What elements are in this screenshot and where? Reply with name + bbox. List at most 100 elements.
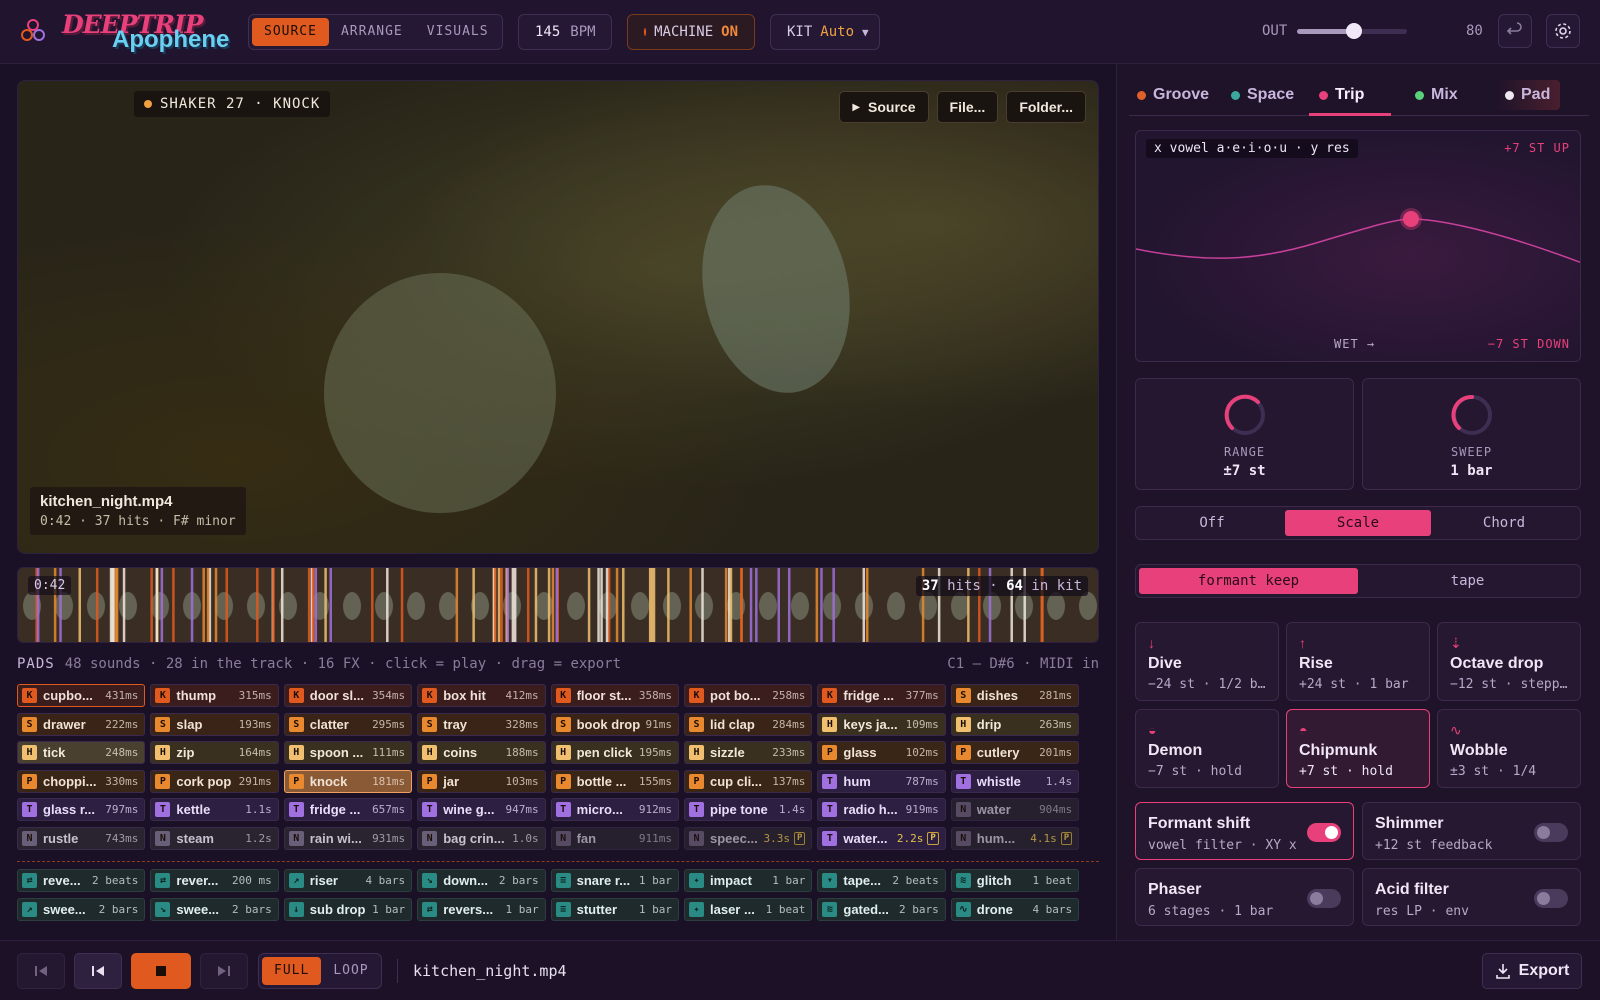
pad-0-1[interactable]: Kthump 315ms (150, 684, 279, 707)
previous-button[interactable] (74, 953, 122, 989)
pad-5-3[interactable]: Nbag crin... 1.0s (417, 826, 546, 850)
out-volume-slider[interactable] (1297, 23, 1407, 39)
export-button[interactable]: Export (1482, 953, 1582, 989)
tab-mix[interactable]: Mix (1415, 86, 1458, 104)
pad-3-5[interactable]: Pcup cli... 137ms (684, 769, 813, 793)
fx-pad-0-3[interactable]: ↘ down... 2 bars (417, 869, 546, 892)
pad-3-4[interactable]: Pbottle ... 155ms (550, 769, 679, 793)
fx-pad-1-7[interactable]: ∿ drone 4 bars (950, 897, 1080, 921)
pad-0-7[interactable]: Sdishes 281ms (950, 684, 1080, 707)
pad-5-0[interactable]: Nrustle 743ms (17, 826, 146, 850)
fx-pad-1-4[interactable]: ≡ stutter 1 bar (550, 897, 679, 921)
fx-pad-0-1[interactable]: ⇄ rever... 200 ms (150, 869, 279, 892)
bpm-field[interactable]: 145 BPM (518, 14, 612, 50)
shimmer-switch[interactable] (1534, 823, 1568, 842)
fx-pad-1-5[interactable]: ✦ laser ... 1 beat (684, 897, 813, 921)
pad-4-5[interactable]: Tpipe tone 1.4s (684, 798, 813, 821)
pad-4-6[interactable]: Tradio h... 919ms (817, 798, 946, 821)
fx-pad-0-0[interactable]: ⇄ reve... 2 beats (17, 869, 146, 892)
pad-2-7[interactable]: Pcutlery 201ms (950, 741, 1080, 764)
pad-5-6[interactable]: Twater... 2.2s P (817, 826, 946, 850)
out-volume-handle[interactable] (1346, 23, 1363, 39)
preset-chipmunk[interactable]: ◓ Chipmunk +7 st · hold (1286, 709, 1430, 788)
pad-0-0[interactable]: Kcupbo... 431ms (17, 684, 146, 707)
sweep-knob[interactable] (1450, 393, 1494, 437)
pad-0-4[interactable]: Kfloor st... 358ms (550, 684, 679, 707)
fx-pad-1-6[interactable]: ≋ gated... 2 bars (817, 897, 946, 921)
kit-select[interactable]: KIT Auto ▼ (770, 14, 880, 50)
stop-button[interactable] (131, 953, 191, 989)
fx-pad-0-7[interactable]: ≋ glitch 1 beat (950, 869, 1080, 892)
pad-5-2[interactable]: Nrain wi... 931ms (283, 826, 413, 850)
fx-pad-0-6[interactable]: ▾ tape... 2 beats (817, 869, 946, 892)
source-button[interactable]: ▶ Source (839, 91, 929, 123)
file-button[interactable]: File... (936, 91, 999, 123)
video-preview[interactable]: SHAKER 27 · KNOCK ▶ Source File... Folder… (17, 80, 1099, 554)
pad-3-1[interactable]: Pcork pop 291ms (150, 769, 279, 793)
pad-5-1[interactable]: Nsteam 1.2s (150, 826, 279, 850)
pad-0-6[interactable]: Kfridge ... 377ms (817, 684, 946, 707)
pad-0-3[interactable]: Kbox hit 412ms (417, 684, 546, 707)
pad-3-6[interactable]: Thum 787ms (817, 769, 946, 793)
mode-loop[interactable]: LOOP (321, 957, 380, 985)
pad-1-4[interactable]: Sbook drop 91ms (550, 712, 679, 736)
pad-5-7[interactable]: Nhum... 4.1s P (950, 826, 1080, 850)
toggle-phaser[interactable]: Phaser 6 stages · 1 bar (1135, 868, 1354, 926)
acid-filter-switch[interactable] (1534, 889, 1568, 908)
pad-4-4[interactable]: Tmicro... 912ms (550, 798, 679, 821)
pad-1-0[interactable]: Sdrawer 222ms (17, 712, 146, 736)
pad-3-2[interactable]: Pknock 181ms (283, 769, 413, 793)
undo-button[interactable] (1498, 14, 1532, 48)
tab-pad[interactable]: Pad (1495, 80, 1561, 110)
formant-tape[interactable]: tape (1358, 568, 1577, 594)
tab-trip[interactable]: Trip (1319, 86, 1364, 104)
pad-2-3[interactable]: Hcoins 188ms (417, 741, 546, 764)
mode-chord[interactable]: Chord (1431, 510, 1577, 536)
fx-pad-0-5[interactable]: ✦ impact 1 bar (684, 869, 813, 892)
pad-1-7[interactable]: Hdrip 263ms (950, 712, 1080, 736)
pad-4-1[interactable]: Tkettle 1.1s (150, 798, 279, 821)
pad-2-6[interactable]: Pglass 102ms (817, 741, 946, 764)
pad-3-7[interactable]: Twhistle 1.4s (950, 769, 1080, 793)
pad-4-3[interactable]: Twine g... 947ms (417, 798, 546, 821)
preset-demon[interactable]: ◒ Demon −7 st · hold (1135, 709, 1279, 788)
folder-button[interactable]: Folder... (1006, 91, 1086, 123)
pad-4-7[interactable]: Nwater 904ms (950, 798, 1080, 821)
next-button[interactable] (200, 953, 248, 989)
formant-keep[interactable]: formant keep (1139, 568, 1358, 594)
pad-1-6[interactable]: Hkeys ja... 109ms (817, 712, 946, 736)
pad-1-5[interactable]: Slid clap 284ms (684, 712, 813, 736)
preset-rise[interactable]: ↑ Rise +24 st · 1 bar (1286, 622, 1430, 701)
tab-space[interactable]: Space (1231, 86, 1294, 104)
pad-2-0[interactable]: Htick 248ms (17, 741, 146, 764)
pad-4-2[interactable]: Tfridge ... 657ms (283, 798, 413, 821)
tab-groove[interactable]: Groove (1137, 86, 1209, 104)
fx-pad-0-2[interactable]: ↗ riser 4 bars (283, 869, 413, 892)
hit-timeline[interactable]: 0:42 37 hits · 64 in kit (17, 567, 1099, 643)
xy-pad[interactable]: x vowel a·e·i·o·u · y res +7 ST UP WET →… (1135, 130, 1581, 362)
preset-wobble[interactable]: ∿ Wobble ±3 st · 1/4 (1437, 709, 1581, 788)
pad-5-4[interactable]: Nfan 911ms (550, 826, 679, 850)
settings-button[interactable] (1546, 14, 1580, 48)
pad-1-3[interactable]: Stray 328ms (417, 712, 546, 736)
toggle-shimmer[interactable]: Shimmer +12 st feedback (1362, 802, 1581, 860)
mode-off[interactable]: Off (1139, 510, 1285, 536)
pad-2-2[interactable]: Hspoon ... 111ms (283, 741, 413, 764)
mode-scale[interactable]: Scale (1285, 510, 1431, 536)
pad-3-3[interactable]: Pjar 103ms (417, 769, 546, 793)
fx-pad-1-2[interactable]: ↓ sub drop 1 bar (283, 897, 413, 921)
range-knob[interactable] (1223, 393, 1267, 437)
mode-full[interactable]: FULL (262, 957, 322, 985)
pad-4-0[interactable]: Tglass r... 797ms (17, 798, 146, 821)
preset-octave-drop[interactable]: ⇣ Octave drop −12 st · stepp... (1437, 622, 1581, 701)
mode-source-tab[interactable]: SOURCE (252, 18, 329, 46)
pad-0-2[interactable]: Kdoor sl... 354ms (283, 684, 413, 707)
toggle-formant-shift[interactable]: Formant shift vowel filter · XY x (1135, 802, 1354, 860)
preset-dive[interactable]: ↓ Dive −24 st · 1/2 b... (1135, 622, 1279, 701)
fx-pad-1-3[interactable]: ⇄ revers... 1 bar (417, 897, 546, 921)
pad-5-5[interactable]: Nspeec... 3.3s P (684, 826, 813, 850)
toggle-acid-filter[interactable]: Acid filter res LP · env (1362, 868, 1581, 926)
skip-start-button[interactable] (17, 953, 65, 989)
pad-2-1[interactable]: Hzip 164ms (150, 741, 279, 764)
machine-toggle[interactable]: MACHINE ON (627, 14, 755, 50)
